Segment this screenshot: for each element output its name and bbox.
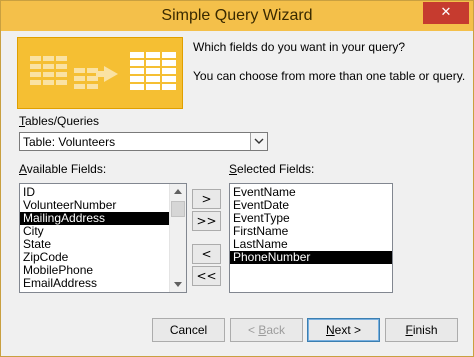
selected-fields-list[interactable]: EventName EventDate EventType FirstName … bbox=[229, 183, 393, 293]
tables-queries-label: Tables/Queries bbox=[19, 114, 100, 128]
list-item-selected[interactable]: PhoneNumber bbox=[230, 251, 392, 264]
window-title: Simple Query Wizard bbox=[161, 7, 313, 24]
available-fields-list[interactable]: ID VolunteerNumber MailingAddress City S… bbox=[19, 183, 187, 293]
list-item[interactable]: EmailAddress bbox=[20, 277, 186, 290]
fields-question: Which fields do you want in your query? bbox=[193, 40, 406, 54]
scrollbar-thumb[interactable] bbox=[171, 201, 185, 217]
add-field-button[interactable]: > bbox=[192, 189, 221, 209]
cancel-button[interactable]: Cancel bbox=[152, 318, 225, 342]
wizard-window: Simple Query Wizard ✕ Which fields do yo… bbox=[0, 0, 474, 357]
tables-queries-dropdown[interactable]: Table: Volunteers bbox=[19, 132, 268, 151]
scroll-up-icon[interactable] bbox=[170, 184, 186, 200]
tables-queries-value: Table: Volunteers bbox=[23, 135, 116, 149]
dropdown-chevron-icon[interactable] bbox=[250, 133, 267, 150]
finish-button[interactable]: Finish bbox=[385, 318, 458, 342]
available-fields-label: Available Fields: bbox=[19, 162, 107, 176]
remove-all-fields-button[interactable]: << bbox=[192, 266, 221, 286]
wizard-body: Which fields do you want in your query? … bbox=[1, 31, 473, 356]
list-item-selected[interactable]: MailingAddress bbox=[20, 212, 186, 225]
title-bar[interactable]: Simple Query Wizard ✕ bbox=[1, 1, 473, 31]
selected-fields-label: Selected Fields: bbox=[229, 162, 315, 176]
wizard-banner-illustration bbox=[17, 37, 183, 109]
scroll-down-icon[interactable] bbox=[170, 276, 186, 292]
available-fields-scrollbar[interactable] bbox=[169, 184, 186, 292]
close-icon: ✕ bbox=[440, 5, 452, 20]
add-all-fields-button[interactable]: >> bbox=[192, 211, 221, 231]
fields-hint: You can choose from more than one table … bbox=[193, 69, 466, 83]
close-button[interactable]: ✕ bbox=[423, 2, 469, 24]
remove-field-button[interactable]: < bbox=[192, 244, 221, 264]
back-button[interactable]: < Back bbox=[230, 318, 303, 342]
next-button[interactable]: Next > bbox=[307, 318, 380, 342]
